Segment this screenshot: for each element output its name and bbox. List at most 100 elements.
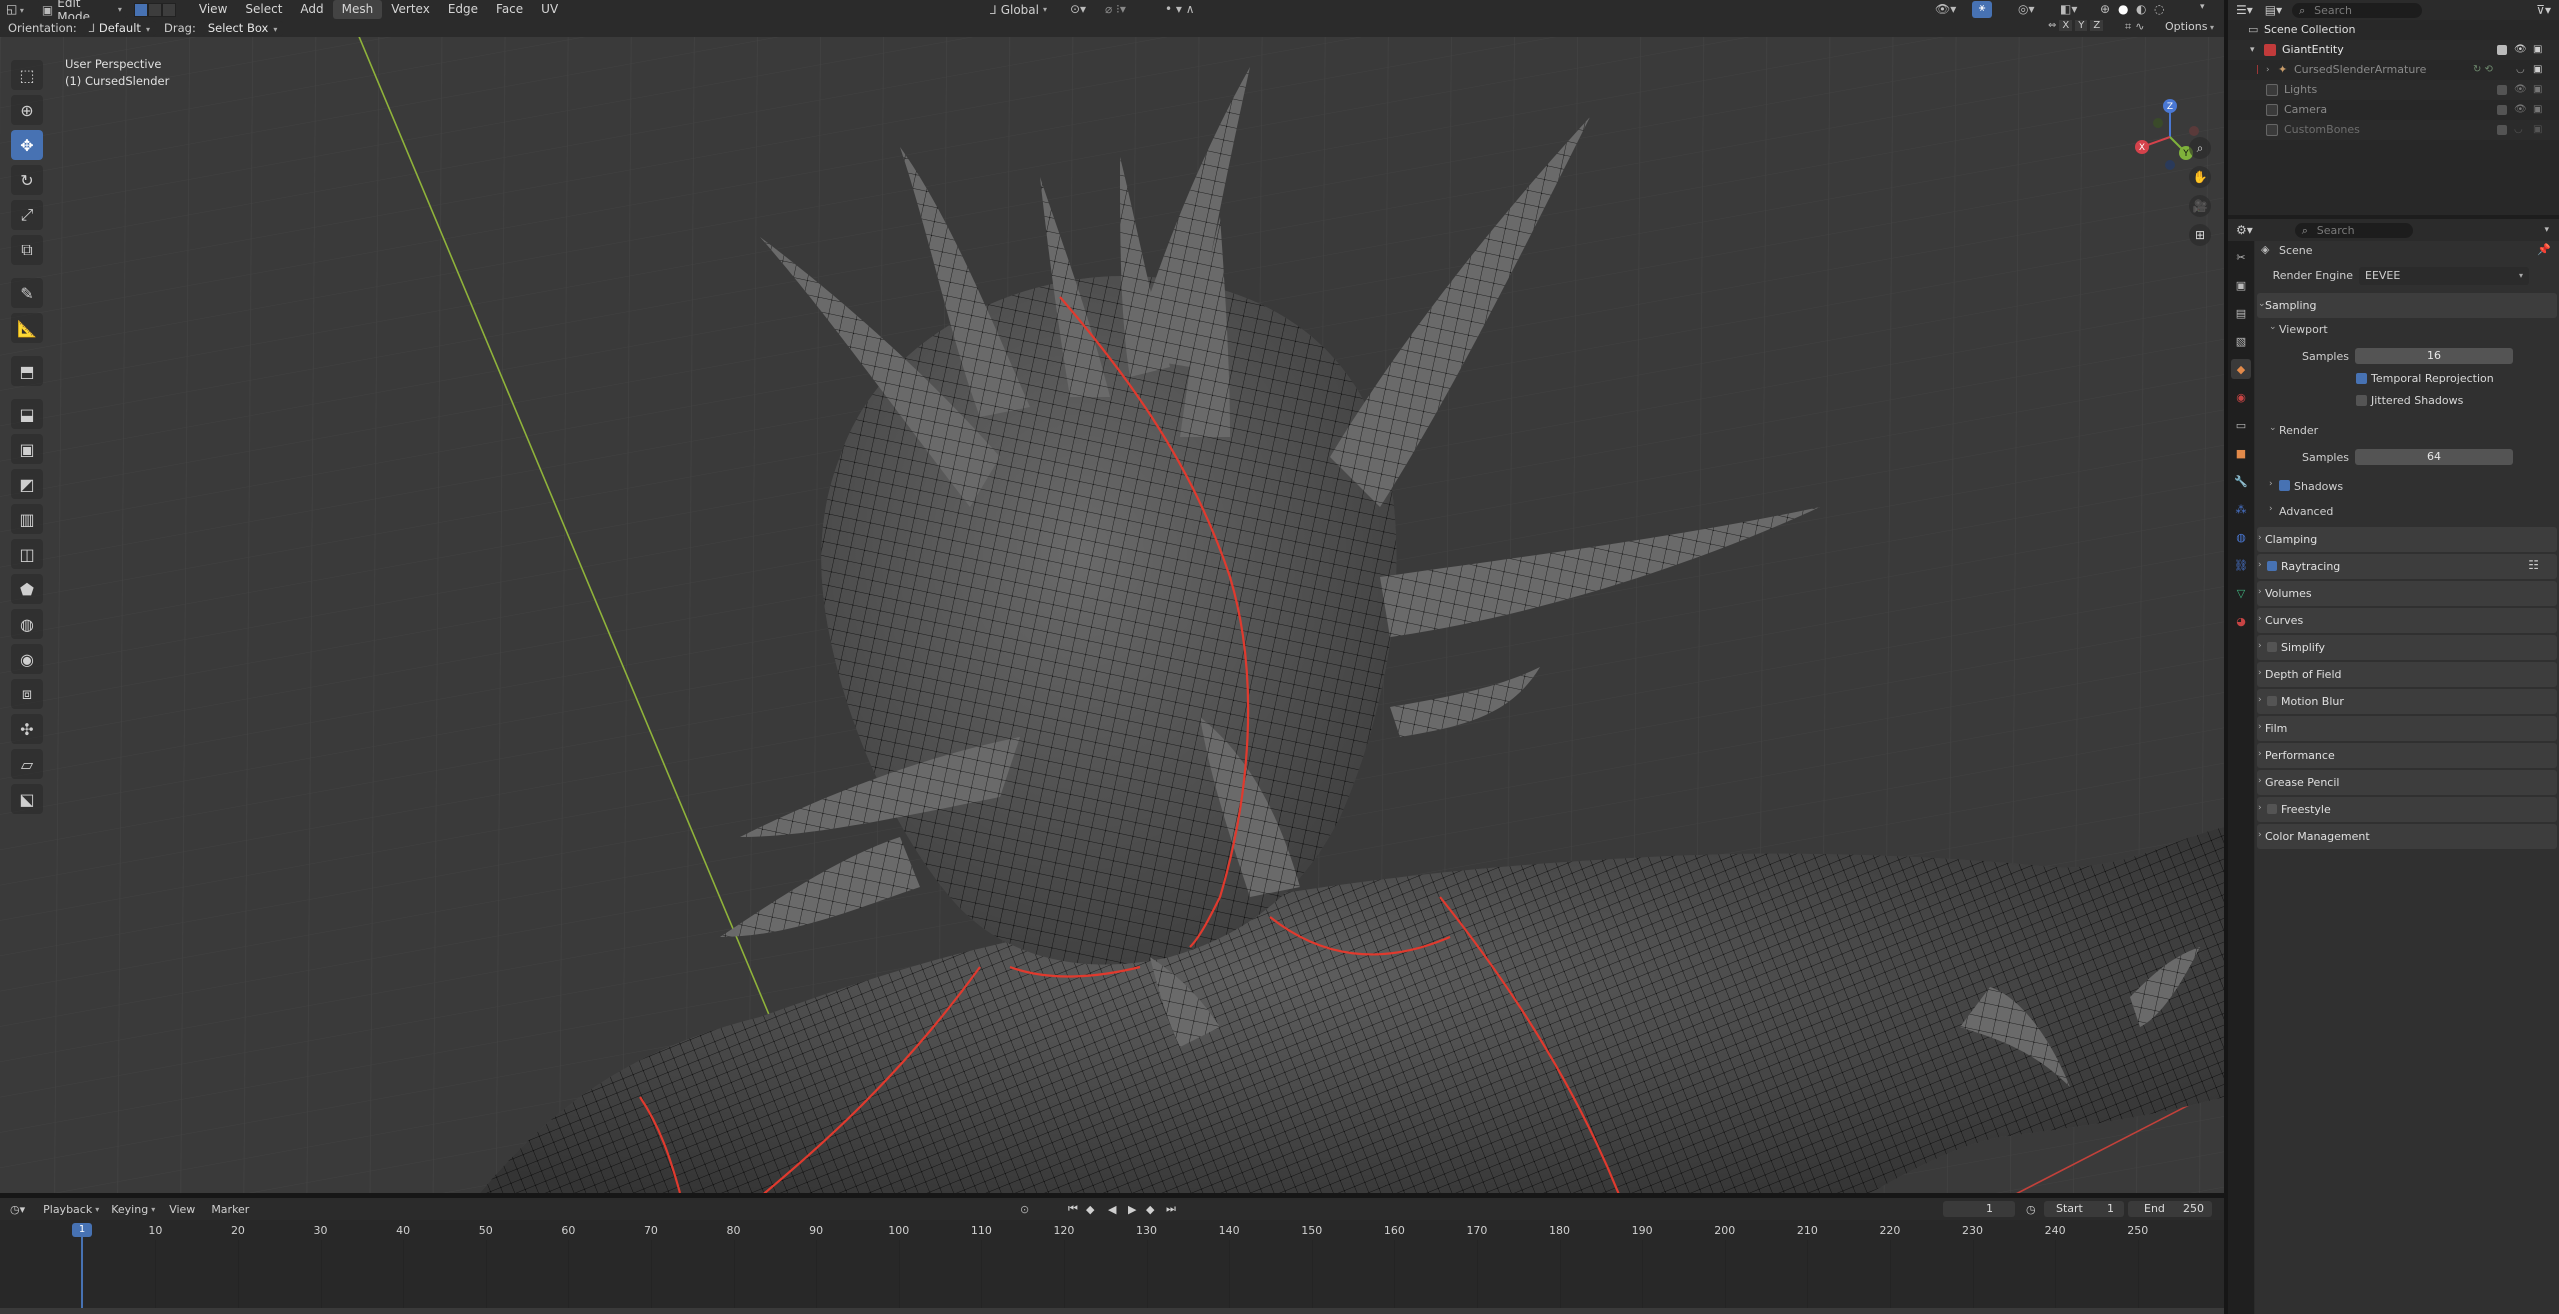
- scale-tool[interactable]: ⤢: [11, 200, 43, 230]
- menu-view[interactable]: View: [190, 0, 236, 19]
- outliner-item-camera[interactable]: Camera 👁 ▣: [2228, 100, 2559, 120]
- simplify-checkbox[interactable]: [2267, 642, 2277, 652]
- rendered-shading-icon[interactable]: ◌: [2154, 2, 2164, 16]
- exclude-checkbox[interactable]: [2497, 85, 2507, 95]
- play-reverse-icon[interactable]: ◀: [1108, 1203, 1116, 1216]
- move-tool[interactable]: ✥: [11, 130, 43, 160]
- list-options-icon[interactable]: ☷: [2528, 558, 2539, 572]
- eye-icon[interactable]: 👁: [2514, 100, 2527, 120]
- outliner-item-lights[interactable]: Lights 👁 ▣: [2228, 80, 2559, 100]
- camera-render-icon[interactable]: ▣: [2533, 80, 2542, 100]
- constraints-tab-icon[interactable]: ⛓: [2231, 555, 2251, 575]
- material-shading-icon[interactable]: ◐: [2136, 2, 2146, 16]
- loop-cut-tool[interactable]: ▥: [11, 504, 43, 534]
- menu-marker[interactable]: Marker: [211, 1203, 249, 1216]
- bevel-tool[interactable]: ◩: [11, 469, 43, 499]
- camera-render-icon[interactable]: ▣: [2533, 40, 2542, 60]
- scene-canvas[interactable]: [0, 37, 2224, 1193]
- outliner-editor-icon[interactable]: ☰▾: [2236, 3, 2253, 17]
- eye-closed-icon[interactable]: ◡: [2516, 60, 2525, 80]
- menu-mesh[interactable]: Mesh: [332, 0, 383, 19]
- properties-editor-icon[interactable]: ⚙▾: [2236, 223, 2253, 237]
- freestyle-checkbox[interactable]: [2267, 804, 2277, 814]
- performance-panel[interactable]: › Performance: [2257, 743, 2557, 768]
- annotate-tool[interactable]: ✎: [11, 278, 43, 308]
- rotate-tool[interactable]: ↻: [11, 165, 43, 195]
- menu-timeline-view[interactable]: View: [169, 1203, 195, 1216]
- poly-build-tool[interactable]: ⬟: [11, 574, 43, 604]
- end-frame-field[interactable]: End 250: [2128, 1201, 2212, 1217]
- particles-tab-icon[interactable]: ⁂: [2231, 499, 2251, 519]
- shrink-fatten-tool[interactable]: ✣: [11, 714, 43, 744]
- snap-toggle-icon[interactable]: ⌗: [2125, 20, 2131, 34]
- expand-arrow-icon[interactable]: ▾: [2250, 40, 2255, 60]
- eye-closed-icon[interactable]: ◡: [2514, 120, 2523, 140]
- tool-tab-icon[interactable]: ✂: [2231, 247, 2251, 267]
- volumes-panel[interactable]: › Volumes: [2257, 581, 2557, 606]
- depth-of-field-panel[interactable]: › Depth of Field: [2257, 662, 2557, 687]
- vertex-select-button[interactable]: [133, 2, 148, 17]
- face-select-button[interactable]: [161, 2, 176, 17]
- options-dropdown[interactable]: Options ▾: [2165, 20, 2214, 33]
- shear-tool[interactable]: ▱: [11, 749, 43, 779]
- eye-icon[interactable]: 👁: [2514, 40, 2527, 60]
- render-engine-dropdown[interactable]: EEVEE ▾: [2359, 267, 2529, 285]
- raytracing-checkbox[interactable]: [2267, 561, 2277, 571]
- autosmooth-icon[interactable]: ∿: [2135, 20, 2144, 34]
- menu-playback[interactable]: Playback: [43, 1203, 92, 1216]
- output-tab-icon[interactable]: ▤: [2231, 303, 2251, 323]
- exclude-checkbox[interactable]: [2497, 105, 2507, 115]
- properties-search-input[interactable]: ⌕ Search: [2294, 222, 2413, 238]
- menu-vertex[interactable]: Vertex: [382, 0, 439, 19]
- playhead-line[interactable]: [81, 1237, 83, 1314]
- proportional-edit-icon[interactable]: • ▾ ∧: [1165, 2, 1195, 16]
- grease-pencil-panel[interactable]: › Grease Pencil: [2257, 770, 2557, 795]
- viewport-samples-field[interactable]: 16: [2355, 348, 2513, 364]
- outliner-item-cursedslenderarmature[interactable]: | › ✦ CursedSlenderArmature ↻ ⟲ ◡ ▣: [2228, 60, 2559, 80]
- timeline-editor-icon[interactable]: ◷▾: [10, 1203, 25, 1216]
- timeline-area[interactable]: 10 20 30 40 50 60 70 80 90 100 110 120 130 140 150 160 1…: [0, 1220, 2224, 1314]
- filter-icon[interactable]: ⊽▾: [2536, 3, 2551, 17]
- temporal-reprojection-checkbox[interactable]: [2356, 373, 2367, 384]
- extrude-tool[interactable]: ⬓: [11, 399, 43, 429]
- freestyle-panel[interactable]: › Freestyle: [2257, 797, 2557, 822]
- physics-tab-icon[interactable]: ◍: [2231, 527, 2251, 547]
- world-tab-icon[interactable]: ◉: [2231, 387, 2251, 407]
- material-tab-icon[interactable]: ◕: [2231, 611, 2251, 631]
- menu-select[interactable]: Select: [236, 0, 291, 19]
- knife-tool[interactable]: ◫: [11, 539, 43, 569]
- transform-tool[interactable]: ⧉: [11, 235, 43, 265]
- edge-select-button[interactable]: [147, 2, 162, 17]
- mirror-z-button[interactable]: Z: [2090, 20, 2104, 31]
- perspective-grid-icon[interactable]: ⊞: [2189, 224, 2211, 246]
- spin-tool[interactable]: ◍: [11, 609, 43, 639]
- pin-icon[interactable]: 📌: [2537, 243, 2551, 256]
- mode-dropdown[interactable]: ▣ Edit Mode ▾: [35, 0, 128, 24]
- jittered-shadows-checkbox[interactable]: [2356, 395, 2367, 406]
- viewport-subpanel-header[interactable]: ⌄ Viewport: [2255, 318, 2559, 342]
- timeline-scrollbar[interactable]: [0, 1308, 2224, 1314]
- render-subpanel-header[interactable]: ⌄ Render: [2255, 419, 2559, 443]
- record-icon[interactable]: ⊙: [1020, 1203, 1029, 1216]
- collection-tab-icon[interactable]: ▭: [2231, 415, 2251, 435]
- zoom-icon[interactable]: ⌕: [2189, 137, 2211, 159]
- jump-end-icon[interactable]: ⏭: [1166, 1202, 1176, 1216]
- pan-hand-icon[interactable]: ✋: [2189, 166, 2211, 188]
- solid-shading-icon[interactable]: ●: [2118, 2, 2128, 16]
- display-mode-icon[interactable]: ▤▾: [2265, 3, 2282, 17]
- render-samples-field[interactable]: 64: [2355, 449, 2513, 465]
- overlay-icon[interactable]: ◎▾: [2018, 2, 2035, 16]
- play-icon[interactable]: ▶: [1128, 1203, 1136, 1216]
- data-tab-icon[interactable]: ▽: [2231, 583, 2251, 603]
- modifiers-tab-icon[interactable]: 🔧: [2231, 471, 2251, 491]
- camera-render-icon[interactable]: ▣: [2533, 60, 2542, 80]
- orientation-dropdown[interactable]: ⅃ Default ▾: [82, 20, 157, 36]
- visibility-icon[interactable]: 👁▾: [1935, 2, 1956, 16]
- wireframe-shading-icon[interactable]: ⊕: [2100, 2, 2110, 16]
- motion-blur-panel[interactable]: › Motion Blur: [2257, 689, 2557, 714]
- scene-tab-icon[interactable]: ◆: [2231, 359, 2251, 379]
- pivot-point-icon[interactable]: ⊙▾: [1070, 2, 1086, 16]
- start-frame-field[interactable]: Start 1: [2044, 1201, 2124, 1217]
- rip-region-tool[interactable]: ⬕: [11, 784, 43, 814]
- 3d-viewport[interactable]: User Perspective (1) CursedSlender ⬚ ⊕ ✥…: [0, 37, 2224, 1193]
